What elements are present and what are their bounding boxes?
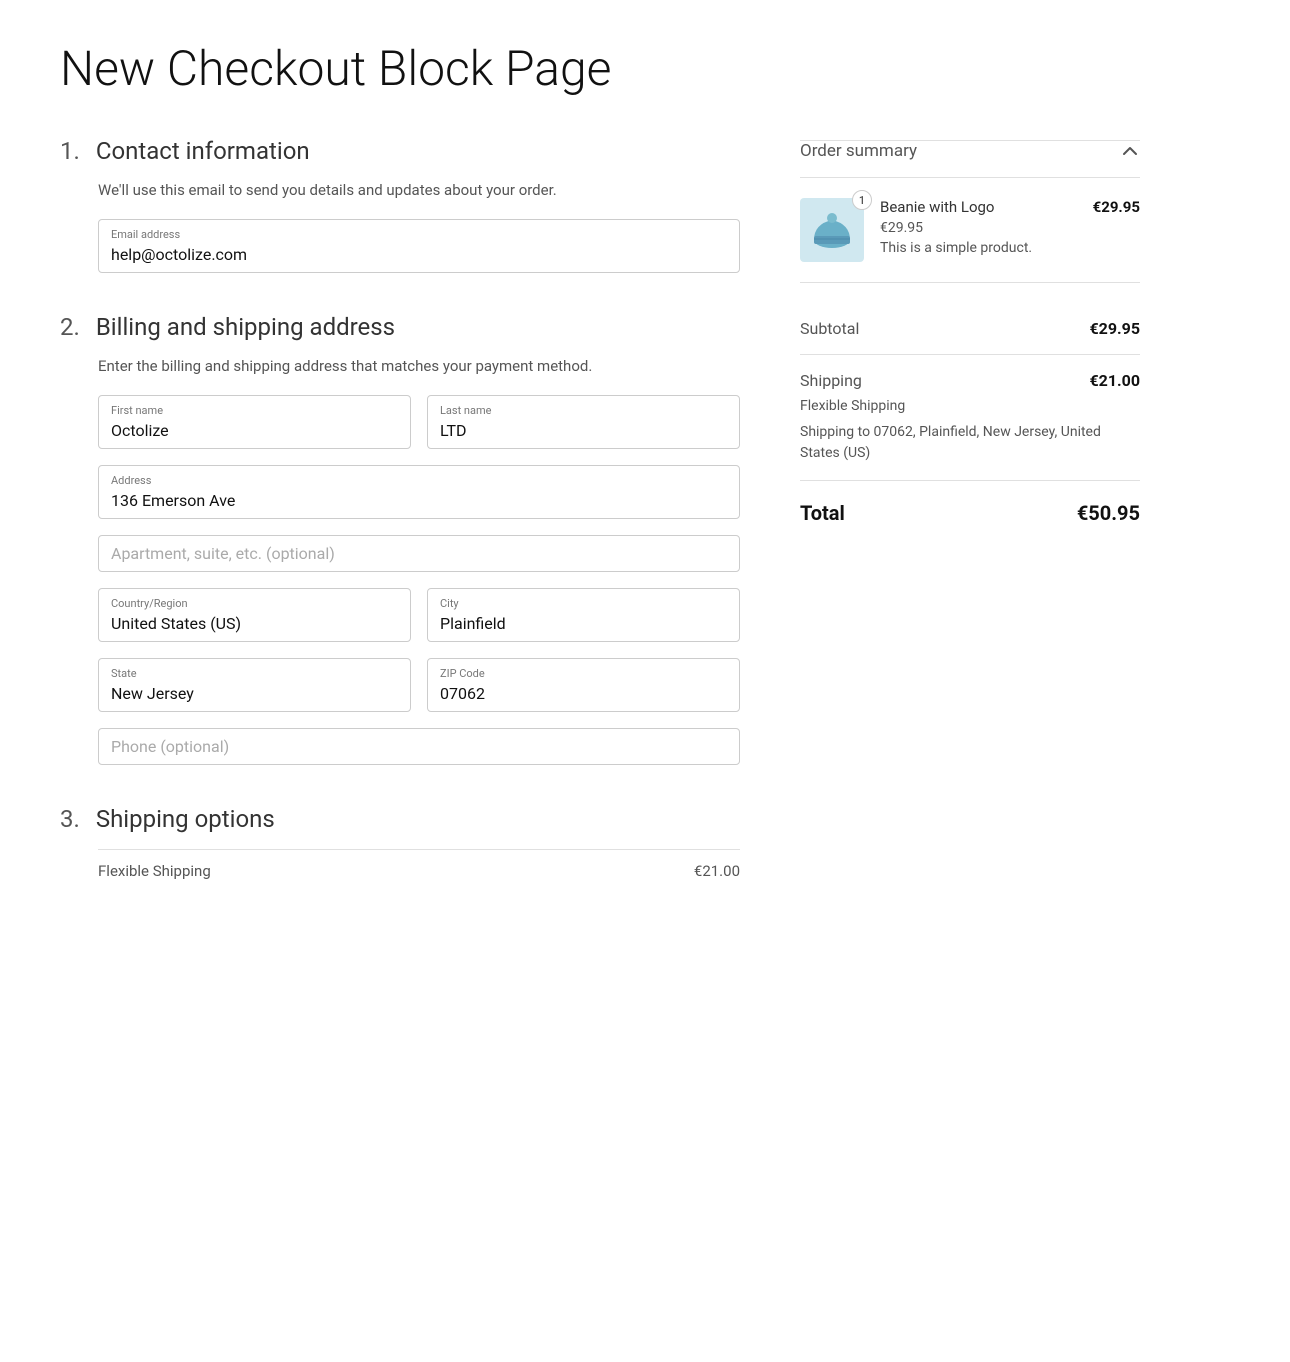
- country-value: United States (US): [111, 614, 241, 633]
- product-image: [800, 198, 864, 262]
- section-address-number: 2.: [60, 313, 80, 341]
- shipping-method-text: Flexible Shipping: [800, 398, 1140, 414]
- section-address-header: 2. Billing and shipping address: [60, 313, 740, 341]
- section-address-description: Enter the billing and shipping address t…: [60, 357, 740, 375]
- section-contact-header: 1. Contact information: [60, 137, 740, 165]
- shipping-options-area: Flexible Shipping €21.00: [60, 849, 740, 892]
- country-label: Country/Region: [111, 597, 398, 610]
- section-contact: 1. Contact information We'll use this em…: [60, 137, 740, 273]
- product-price-bold: €29.95: [1093, 198, 1140, 216]
- subtotal-value: €29.95: [1089, 319, 1140, 338]
- total-label: Total: [800, 501, 845, 525]
- email-label: Email address: [111, 228, 727, 241]
- address-field[interactable]: Address 136 Emerson Ave: [98, 465, 740, 519]
- state-label: State: [111, 667, 398, 680]
- phone-field-wrapper: Phone (optional): [98, 728, 740, 765]
- address-field-wrapper: Address 136 Emerson Ave: [98, 465, 740, 519]
- name-row: First name Octolize Last name LTD: [98, 395, 740, 449]
- total-value: €50.95: [1077, 501, 1140, 525]
- shipping-row-top: Shipping €21.00: [800, 371, 1140, 394]
- zip-label: ZIP Code: [440, 667, 727, 680]
- phone-placeholder: Phone (optional): [111, 737, 229, 756]
- contact-form: Email address help@octolize.com: [60, 219, 740, 273]
- email-field[interactable]: Email address help@octolize.com: [98, 219, 740, 273]
- section-contact-title: Contact information: [96, 137, 310, 165]
- page-wrapper: New Checkout Block Page 1. Contact infor…: [0, 0, 1290, 1362]
- section-shipping-header: 3. Shipping options: [60, 805, 740, 833]
- section-address: 2. Billing and shipping address Enter th…: [60, 313, 740, 765]
- order-summary-sidebar: Order summary 1: [800, 40, 1140, 1322]
- address-form: First name Octolize Last name LTD Addres…: [60, 395, 740, 765]
- subtotal-label: Subtotal: [800, 319, 859, 338]
- product-row: 1: [800, 198, 1140, 283]
- product-badge: 1: [852, 190, 872, 210]
- first-name-value: Octolize: [111, 421, 169, 440]
- chevron-up-icon[interactable]: [1120, 141, 1140, 161]
- phone-field[interactable]: Phone (optional): [98, 728, 740, 765]
- section-contact-number: 1.: [60, 137, 80, 165]
- section-shipping-number: 3.: [60, 805, 80, 833]
- address-value: 136 Emerson Ave: [111, 491, 235, 510]
- apartment-field-wrapper: Apartment, suite, etc. (optional): [98, 535, 740, 572]
- apartment-field[interactable]: Apartment, suite, etc. (optional): [98, 535, 740, 572]
- shipping-label: Shipping: [800, 371, 862, 390]
- shipping-method-label: Flexible Shipping: [98, 862, 211, 880]
- last-name-value: LTD: [440, 421, 467, 440]
- last-name-field[interactable]: Last name LTD: [427, 395, 740, 449]
- city-field[interactable]: City Plainfield: [427, 588, 740, 642]
- zip-field[interactable]: ZIP Code 07062: [427, 658, 740, 712]
- email-value: help@octolize.com: [111, 245, 247, 264]
- country-city-row: Country/Region United States (US) City P…: [98, 588, 740, 642]
- shipping-method-price: €21.00: [694, 862, 740, 880]
- shipping-value: €21.00: [1089, 371, 1140, 390]
- order-summary-header: Order summary: [800, 141, 1140, 178]
- product-description: This is a simple product.: [880, 240, 1140, 256]
- email-field-wrapper: Email address help@octolize.com: [98, 219, 740, 273]
- first-name-field[interactable]: First name Octolize: [98, 395, 411, 449]
- product-image-wrapper: 1: [800, 198, 864, 262]
- city-label: City: [440, 597, 727, 610]
- shipping-address-text: Shipping to 07062, Plainfield, New Jerse…: [800, 422, 1140, 464]
- first-name-label: First name: [111, 404, 398, 417]
- country-field[interactable]: Country/Region United States (US): [98, 588, 411, 642]
- state-field[interactable]: State New Jersey: [98, 658, 411, 712]
- product-name-row: Beanie with Logo €29.95: [880, 198, 1140, 216]
- apartment-placeholder: Apartment, suite, etc. (optional): [111, 544, 335, 563]
- address-label: Address: [111, 474, 727, 487]
- section-shipping-title: Shipping options: [96, 805, 275, 833]
- state-value: New Jersey: [111, 684, 194, 703]
- product-name: Beanie with Logo: [880, 198, 995, 216]
- order-summary-title: Order summary: [800, 141, 917, 161]
- section-contact-description: We'll use this email to send you details…: [60, 181, 740, 199]
- beanie-svg: [808, 206, 856, 254]
- city-value: Plainfield: [440, 614, 506, 633]
- total-row: Total €50.95: [800, 481, 1140, 545]
- last-name-label: Last name: [440, 404, 727, 417]
- shipping-details: Shipping €21.00 Flexible Shipping Shippi…: [800, 355, 1140, 481]
- subtotal-row: Subtotal €29.95: [800, 303, 1140, 355]
- zip-value: 07062: [440, 684, 485, 703]
- page-title: New Checkout Block Page: [60, 40, 740, 97]
- main-content: New Checkout Block Page 1. Contact infor…: [60, 40, 740, 1322]
- section-shipping: 3. Shipping options Flexible Shipping €2…: [60, 805, 740, 892]
- product-info: Beanie with Logo €29.95 €29.95 This is a…: [880, 198, 1140, 262]
- section-address-title: Billing and shipping address: [96, 313, 395, 341]
- shipping-option-row: Flexible Shipping €21.00: [98, 849, 740, 892]
- product-price-sub: €29.95: [880, 220, 1140, 236]
- state-zip-row: State New Jersey ZIP Code 07062: [98, 658, 740, 712]
